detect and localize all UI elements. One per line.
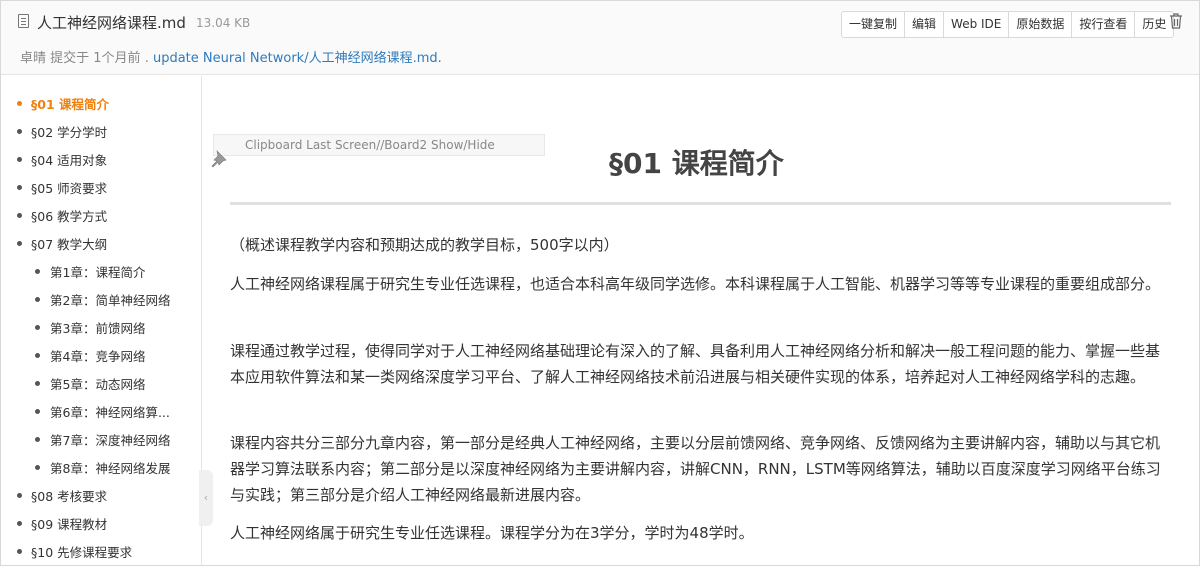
- history-button[interactable]: 历史: [1135, 12, 1173, 37]
- paragraph: 人工神经网络课程属于研究生专业任选课程，也适合本科高年级同学选修。本科课程属于人…: [230, 275, 1161, 293]
- file-header: 人工神经网络课程.md 13.04 KB 卓晴 提交于 1个月前 . updat…: [1, 1, 1199, 75]
- toc-item[interactable]: 第4章：竞争网络: [35, 346, 145, 365]
- toc-item[interactable]: §06 教学方式: [17, 206, 107, 225]
- toc-item[interactable]: §07 教学大纲: [17, 234, 107, 253]
- toc-item[interactable]: §08 考核要求: [17, 486, 107, 505]
- commit-message[interactable]: update Neural Network/人工神经网络课程.md.: [153, 51, 442, 66]
- trash-icon[interactable]: [1169, 13, 1183, 29]
- toc-item-label: 第5章：动态网络: [50, 377, 146, 392]
- bullet-icon: [17, 213, 22, 218]
- bullet-icon: [35, 297, 40, 302]
- toc-item-label: §09 课程教材: [31, 517, 108, 532]
- bullet-icon: [35, 437, 40, 442]
- paragraph: 人工神经网络属于研究生专业任选课程。课程学分为在3学分，学时为48学时。: [230, 524, 754, 542]
- bullet-icon: [35, 325, 40, 330]
- toc-item[interactable]: 第3章：前馈网络: [35, 318, 145, 337]
- toc-item[interactable]: §04 适用对象: [17, 150, 107, 169]
- blame-button[interactable]: 按行查看: [1072, 12, 1136, 37]
- toc-item[interactable]: 第7章：深度神经网络: [35, 430, 170, 449]
- bullet-icon: [35, 381, 40, 386]
- toc-item-label: §02 学分学时: [31, 125, 108, 140]
- toc-item-label: §07 教学大纲: [31, 237, 108, 252]
- markdown-content: Clipboard Last Screen//Board2 Show/Hide …: [203, 76, 1199, 565]
- bullet-icon: [17, 101, 22, 106]
- paragraph: （概述课程教学内容和预期达成的教学目标，500字以内）: [230, 236, 619, 254]
- paragraph: 课程通过教学过程，使得同学对于人工神经网络基础理论有深入的了解、具备利用人工神经…: [230, 342, 1161, 386]
- bullet-icon: [35, 353, 40, 358]
- toc-item[interactable]: §10 先修课程要求: [17, 542, 132, 561]
- toc-item-label: 第4章：竞争网络: [50, 349, 146, 364]
- bullet-icon: [17, 157, 22, 162]
- document-title: §01 课程简介: [609, 147, 784, 180]
- file-size: 13.04 KB: [196, 16, 251, 30]
- commit-author[interactable]: 卓晴: [20, 51, 46, 66]
- paragraph: 课程内容共分三部分九章内容，第一部分是经典人工神经网络，主要以分层前馈网络、竞争…: [230, 434, 1161, 504]
- title-divider: [230, 202, 1171, 205]
- toc-item-label: §01 课程简介: [31, 97, 109, 112]
- toc-item[interactable]: 第2章：简单神经网络: [35, 290, 170, 309]
- web-ide-button[interactable]: Web IDE: [944, 12, 1010, 37]
- toc-item-label: 第8章：神经网络发展: [50, 461, 171, 476]
- bullet-icon: [17, 493, 22, 498]
- toc-sidebar: §01 课程简介 §02 学分学时 §04 适用对象 §05 师资要求 §06 教学方式…: [1, 76, 202, 565]
- pin-icon[interactable]: [209, 148, 229, 168]
- file-icon: [18, 14, 29, 28]
- file-actions: 一键复制 编辑 Web IDE 原始数据 按行查看 历史: [841, 11, 1175, 38]
- toc-item-label: §04 适用对象: [31, 153, 108, 168]
- toc-item-label: 第6章：神经网络算...: [50, 405, 170, 420]
- toc-item[interactable]: §05 师资要求: [17, 178, 107, 197]
- toc-item[interactable]: §02 学分学时: [17, 122, 107, 141]
- clipboard-toolbar[interactable]: Clipboard Last Screen//Board2 Show/Hide: [213, 134, 545, 156]
- toc-item-label: §08 考核要求: [31, 489, 108, 504]
- file-name: 人工神经网络课程.md: [37, 14, 186, 32]
- toc-item[interactable]: 第6章：神经网络算...: [35, 402, 170, 421]
- bullet-icon: [35, 269, 40, 274]
- toc-item-label: 第3章：前馈网络: [50, 321, 146, 336]
- raw-button[interactable]: 原始数据: [1009, 12, 1073, 37]
- copy-all-button[interactable]: 一键复制: [842, 12, 906, 37]
- toc-item-label: §10 先修课程要求: [31, 545, 133, 560]
- bullet-icon: [17, 241, 22, 246]
- toc-item-label: 第7章：深度神经网络: [50, 433, 171, 448]
- toc-item-label: §05 师资要求: [31, 181, 108, 196]
- toc-item[interactable]: §01 课程简介: [17, 94, 109, 113]
- bullet-icon: [17, 549, 22, 554]
- commit-info: 卓晴 提交于 1个月前 . update Neural Network/人工神经…: [20, 47, 442, 66]
- toc-item[interactable]: 第8章：神经网络发展: [35, 458, 170, 477]
- edit-button[interactable]: 编辑: [905, 12, 945, 37]
- toc-item-label: §06 教学方式: [31, 209, 108, 224]
- bullet-icon: [17, 185, 22, 190]
- toc-item-label: 第1章：课程简介: [50, 265, 146, 280]
- toc-item[interactable]: 第1章：课程简介: [35, 262, 145, 281]
- toc-item-label: 第2章：简单神经网络: [50, 293, 171, 308]
- bullet-icon: [17, 129, 22, 134]
- bullet-icon: [17, 521, 22, 526]
- commit-action: 提交于 1个月前 .: [50, 51, 149, 66]
- bullet-icon: [35, 409, 40, 414]
- toc-item[interactable]: §09 课程教材: [17, 514, 107, 533]
- toc-item[interactable]: 第5章：动态网络: [35, 374, 145, 393]
- bullet-icon: [35, 465, 40, 470]
